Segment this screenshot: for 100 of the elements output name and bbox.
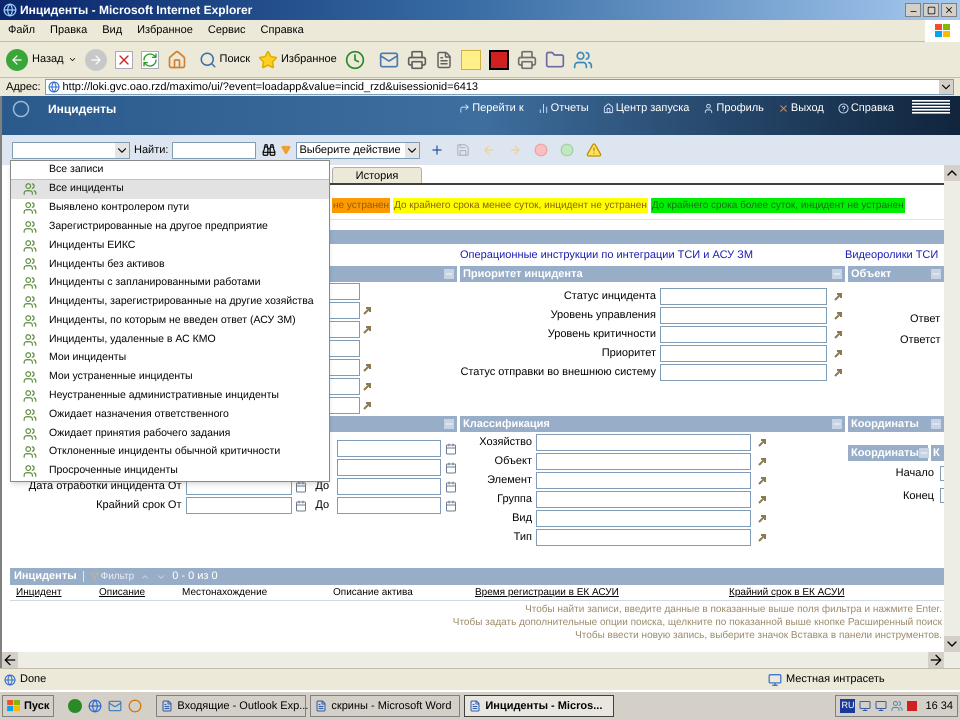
videos-link[interactable]: Видеоролики ТСИ <box>845 246 938 264</box>
input-field[interactable] <box>186 497 292 514</box>
input-field[interactable] <box>660 345 827 362</box>
save-icon[interactable] <box>456 143 470 157</box>
dropdown-item[interactable]: Инциденты ЕИКС <box>11 236 329 255</box>
menu-item[interactable]: Сервис <box>208 22 246 39</box>
dropdown-item[interactable]: Ожидает принятия рабочего задания <box>11 424 329 443</box>
scroll-up-icon[interactable] <box>944 165 960 181</box>
menu-item[interactable]: Файл <box>8 22 36 39</box>
dropdown-item[interactable]: Отклоненные инциденты обычной критичности <box>11 442 329 462</box>
input-field[interactable] <box>536 510 751 527</box>
collapse-icon[interactable] <box>918 448 929 458</box>
close-button[interactable] <box>941 3 957 17</box>
input-field[interactable] <box>660 326 827 343</box>
calendar-icon[interactable] <box>295 480 308 492</box>
menu-item[interactable]: Справка <box>260 22 304 39</box>
arrow-icon[interactable] <box>362 382 372 391</box>
input-field[interactable] <box>536 491 751 508</box>
input-field[interactable] <box>337 459 442 476</box>
header-link[interactable]: Перейти к <box>459 100 524 116</box>
action-select[interactable]: Выберите действие <box>296 142 420 158</box>
dropdown-item[interactable]: Инциденты с запланированными работами <box>11 274 329 293</box>
maximize-button[interactable] <box>923 3 939 17</box>
column-header[interactable]: Крайний срок в ЕК АСУИ <box>729 585 845 600</box>
find-field[interactable] <box>172 142 256 158</box>
history-icon[interactable] <box>344 50 365 70</box>
dropdown-item[interactable]: Инциденты, удаленные в АС КМО <box>11 330 329 349</box>
input-field[interactable] <box>536 472 751 489</box>
dropdown-item[interactable]: Инциденты, зарегистрированные на другие хозяйства <box>11 292 329 312</box>
arrow-icon[interactable] <box>362 363 372 372</box>
input-field[interactable] <box>337 497 442 514</box>
arrow-icon[interactable] <box>758 438 766 447</box>
favorites-button[interactable]: Избранное <box>258 50 337 70</box>
arrow-icon[interactable] <box>362 401 372 410</box>
dropdown-item[interactable]: Все инциденты <box>11 180 329 199</box>
taskbar-button[interactable]: Инциденты - Micros... <box>464 695 614 717</box>
dropdown-item[interactable]: Просроченные инциденты <box>11 462 329 481</box>
header-link[interactable]: Справка <box>838 100 894 116</box>
column-header[interactable]: Описание <box>99 585 182 600</box>
arrow-icon[interactable] <box>834 368 842 377</box>
calendar-icon[interactable] <box>445 442 457 454</box>
horizontal-scrollbar[interactable] <box>2 652 960 668</box>
dropdown-item[interactable]: Выявлено контролером пути <box>11 198 329 218</box>
menu-item[interactable]: Правка <box>50 22 88 39</box>
language-indicator[interactable]: RU <box>840 699 856 713</box>
calendar-icon[interactable] <box>444 500 457 512</box>
browser-icon[interactable] <box>88 699 102 713</box>
input-field[interactable] <box>337 440 442 457</box>
header-link[interactable]: Отчеты <box>538 100 589 116</box>
mail-icon[interactable] <box>108 699 122 713</box>
arrow-icon[interactable] <box>758 457 766 466</box>
arrow-icon[interactable] <box>834 311 842 320</box>
arrow-icon[interactable] <box>834 349 842 358</box>
column-header[interactable]: Инцидент <box>16 585 99 600</box>
input-field[interactable] <box>660 364 827 381</box>
binoculars-icon[interactable] <box>262 143 276 157</box>
input-field[interactable] <box>337 478 442 495</box>
arrow-icon[interactable] <box>758 533 766 542</box>
printer-icon[interactable] <box>516 50 537 70</box>
dropdown-item[interactable]: Мои устраненные инциденты <box>11 368 329 387</box>
arrow-icon[interactable] <box>362 325 372 334</box>
calendar-icon[interactable] <box>295 500 308 512</box>
dropdown-item[interactable]: Инциденты без активов <box>11 254 329 274</box>
header-link[interactable]: Центр запуска <box>602 100 690 116</box>
arrow-icon[interactable] <box>834 292 842 301</box>
back-button[interactable]: Назад <box>6 48 77 70</box>
tab[interactable]: История <box>332 167 422 183</box>
minimize-button[interactable] <box>905 3 921 17</box>
header-link[interactable]: Выход <box>778 100 824 116</box>
calendar-icon[interactable] <box>445 462 457 474</box>
scroll-right-icon[interactable] <box>928 652 944 668</box>
search-button[interactable]: Поиск <box>198 50 250 68</box>
forward-icon[interactable] <box>84 48 107 70</box>
document-icon[interactable] <box>434 50 453 68</box>
mail-icon[interactable] <box>378 50 399 70</box>
taskbar-button[interactable]: Входящие - Outlook Exp... <box>156 695 306 717</box>
messenger-icon[interactable] <box>572 50 593 70</box>
arrow-icon[interactable] <box>758 476 766 485</box>
insert-icon[interactable] <box>430 143 444 157</box>
address-field[interactable]: http://loki.gvc.oao.rzd/maximo/ui/?event=loadapp&value=incid_rzd&uisessionid=6413 <box>44 79 954 95</box>
input-field[interactable] <box>536 453 751 470</box>
query-select[interactable] <box>12 142 130 158</box>
menu-item[interactable]: Вид <box>102 22 122 39</box>
dropdown-item[interactable]: Инциденты, по которым не введен ответ (АСУ ЗМ) <box>11 311 329 330</box>
dropdown-item[interactable]: Мои инциденты <box>11 348 329 368</box>
home-icon[interactable] <box>166 50 187 70</box>
warning-icon[interactable] <box>586 142 602 158</box>
taskbar-button[interactable]: скрины - Microsoft Word <box>310 695 460 717</box>
vertical-scrollbar[interactable] <box>944 165 960 652</box>
dropdown-item[interactable]: Зарегистрированные на другое предприятие <box>11 217 329 236</box>
header-link[interactable]: Профиль <box>703 100 764 116</box>
arrow-icon[interactable] <box>758 514 766 523</box>
start-button[interactable]: Пуск <box>2 695 54 717</box>
instructions-link[interactable]: Операционные инструкции по интеграции ТСИ и АСУ ЗМ <box>460 246 845 264</box>
dropdown-item[interactable]: Неустраненные административные инциденты <box>11 386 329 406</box>
triangle-icon[interactable] <box>280 145 292 155</box>
refresh-icon[interactable] <box>140 50 159 68</box>
input-field[interactable] <box>536 529 751 546</box>
input-field[interactable] <box>660 288 827 305</box>
input-field[interactable] <box>536 434 751 451</box>
